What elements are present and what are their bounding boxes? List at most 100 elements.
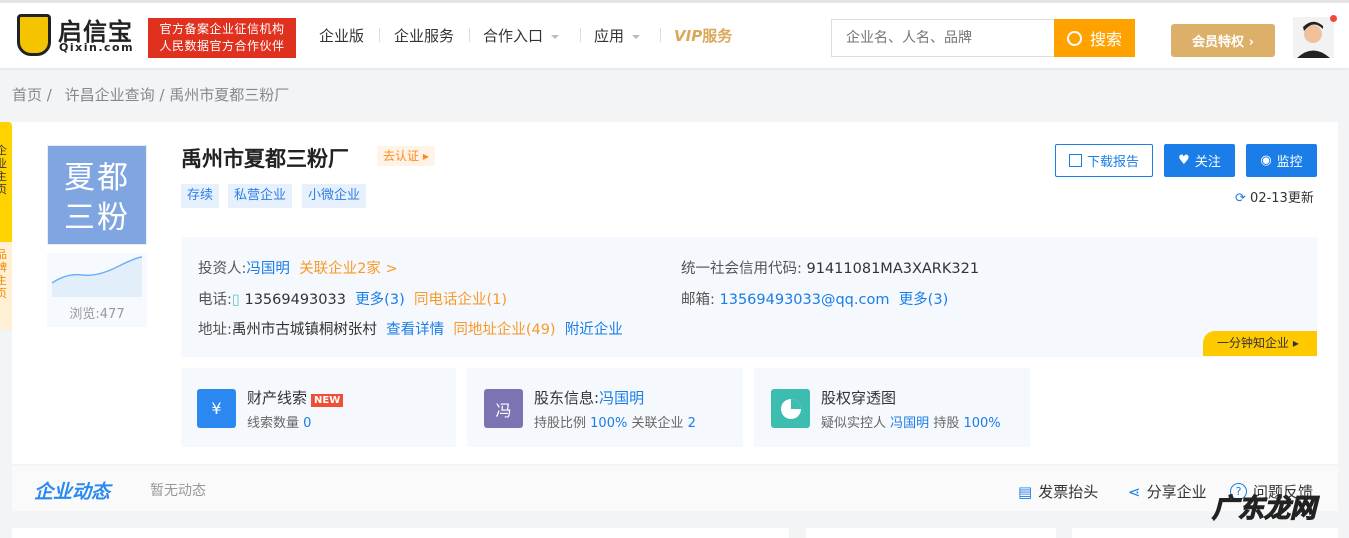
badge-line-1: 官方备案企业征信机构	[159, 22, 285, 36]
nav-enterprise-edition[interactable]: 企业版	[319, 25, 364, 46]
email-link[interactable]: 13569493033@qq.com	[720, 292, 890, 308]
email-row: 邮箱: 13569493033@qq.com 更多(3)	[681, 288, 948, 309]
camera-icon: ◉	[1260, 153, 1272, 168]
related-label: 关联企业	[631, 416, 684, 431]
refresh-icon[interactable]: ⟳	[1235, 191, 1246, 206]
caret-down-icon	[632, 34, 641, 43]
update-date: ⟳ 02-13更新	[1235, 187, 1314, 206]
phone-icon: ▯	[231, 292, 240, 308]
same-phone-link[interactable]: 同电话企业(1)	[414, 292, 507, 308]
download-label: 下载报告	[1086, 155, 1139, 170]
logo-domain: Qixin.com	[59, 41, 135, 54]
pie-chart-icon	[771, 389, 810, 428]
nav-vip-service[interactable]: VIP服务	[674, 25, 732, 46]
search-icon	[1066, 30, 1082, 46]
nav-partner-label: 合作入口	[483, 27, 544, 45]
invoice-label: 发票抬头	[1038, 483, 1099, 501]
dynamics-title: 企业动态	[34, 481, 111, 503]
search-button[interactable]: 搜索	[1054, 19, 1135, 57]
member-privileges-button[interactable]: 会员特权 ›	[1171, 24, 1275, 57]
watermark: 广东龙网	[1211, 493, 1317, 524]
invoice-title-button[interactable]: ▤ 发票抬头	[1018, 481, 1098, 502]
tag-status: 存续	[181, 184, 220, 208]
share-ratio-label: 持股比例	[534, 416, 587, 431]
share-company-button[interactable]: ⋖ 分享企业	[1128, 481, 1207, 502]
download-report-button[interactable]: 下载报告	[1055, 144, 1153, 177]
caret-down-icon	[551, 34, 560, 43]
credit-code-row: 统一社会信用代码: 91411081MA3XARK321	[681, 257, 979, 278]
logo-text-2: 三粉	[64, 200, 130, 236]
investor-row: 投资人:冯国明 关联企业2家 >	[198, 257, 398, 278]
views-count: 浏览:477	[69, 307, 125, 322]
view-detail-link[interactable]: 查看详情	[386, 322, 444, 338]
qixin-logo-icon[interactable]	[17, 14, 51, 56]
email-label: 邮箱:	[681, 292, 715, 308]
shareholder-title: 股东信息:冯国明	[534, 387, 644, 408]
holding-label: 持股	[933, 416, 960, 431]
breadcrumb-home[interactable]: 首页 /	[12, 86, 52, 104]
credit-code-label: 统一社会信用代码:	[681, 261, 802, 277]
nav-apps-label: 应用	[594, 27, 625, 45]
company-logo: 夏都 三粉	[47, 145, 147, 245]
investor-label: 投资人:	[198, 261, 247, 277]
holding-value: 100%	[963, 416, 1001, 431]
breadcrumb-city[interactable]: 许昌企业查询 /	[65, 86, 165, 104]
side-tab-top: 企业主页	[0, 144, 7, 196]
shareholder-link[interactable]: 冯国明	[599, 389, 644, 407]
dynamics-empty: 暂无动态	[150, 483, 206, 499]
download-icon	[1068, 154, 1082, 167]
receipt-icon: ▤	[1018, 482, 1033, 501]
card-title: 股东信息:	[534, 389, 600, 407]
related-count: 2	[687, 416, 696, 431]
monitor-button[interactable]: ◉ 监控	[1246, 144, 1317, 177]
nav-divider	[469, 28, 470, 42]
side-tab[interactable]: 企业主页 品牌主页	[0, 122, 12, 330]
content-card	[1072, 528, 1338, 538]
tag-type: 私营企业	[228, 184, 293, 208]
phone-more-link[interactable]: 更多(3)	[355, 292, 405, 308]
investor-link[interactable]: 冯国明	[246, 261, 290, 277]
company-name: 禹州市夏都三粉厂	[181, 147, 349, 171]
controller-link[interactable]: 冯国明	[890, 416, 929, 431]
follow-button[interactable]: ♥ 关注	[1164, 144, 1235, 177]
nav-partner[interactable]: 合作入口	[483, 25, 560, 46]
nearby-companies-link[interactable]: 附近企业	[565, 322, 623, 338]
card-title: 财产线索	[247, 389, 308, 407]
heart-icon: ♥	[1178, 153, 1190, 168]
shareholder-avatar: 冯	[484, 389, 523, 428]
content-card	[12, 528, 789, 538]
address-label: 地址:	[198, 322, 232, 338]
vip-logo: VIP	[674, 27, 703, 45]
user-avatar[interactable]	[1293, 17, 1334, 58]
address-row: 地址:禹州市古城镇桐树张村 查看详情 同地址企业(49) 附近企业	[198, 318, 623, 339]
phone-row: 电话:▯ 13569493033 更多(3) 同电话企业(1)	[198, 288, 507, 309]
email-more-link[interactable]: 更多(3)	[899, 292, 949, 308]
logo-text-1: 夏都	[64, 160, 130, 196]
official-badge: 官方备案企业征信机构 人民数据官方合作伙伴	[148, 18, 296, 58]
controller-info: 疑似实控人 冯国明 持股 100%	[821, 412, 1001, 431]
nav-apps[interactable]: 应用	[594, 25, 641, 46]
same-address-link[interactable]: 同地址企业(49)	[453, 322, 555, 338]
badge-line-2: 人民数据官方合作伙伴	[159, 39, 285, 53]
controller-label: 疑似实控人	[821, 416, 887, 431]
share-icon: ⋖	[1128, 482, 1141, 501]
search-input[interactable]	[831, 19, 1055, 57]
follow-label: 关注	[1194, 155, 1221, 170]
credit-code: 91411081MA3XARK321	[806, 261, 980, 277]
clues-label: 线索数量	[247, 416, 300, 431]
monitor-label: 监控	[1276, 155, 1303, 170]
nav-enterprise-service[interactable]: 企业服务	[394, 25, 454, 46]
clues-count: 线索数量 0	[247, 412, 311, 431]
share-label: 分享企业	[1146, 483, 1207, 501]
nav-divider	[379, 28, 380, 42]
search-button-label: 搜索	[1089, 30, 1122, 49]
content-card	[806, 528, 1056, 538]
related-companies-link[interactable]: 关联企业2家 >	[299, 261, 397, 277]
property-clues-title: 财产线索 NEW	[247, 387, 344, 408]
yuan-icon: ¥	[197, 389, 236, 428]
verify-button[interactable]: 去认证 ▸	[377, 146, 435, 166]
breadcrumb-current: 禹州市夏都三粉厂	[169, 86, 290, 104]
clues-value: 0	[303, 416, 312, 431]
notification-dot	[1330, 15, 1337, 22]
one-minute-overview-button[interactable]: 一分钟知企业 ▸	[1203, 331, 1317, 356]
